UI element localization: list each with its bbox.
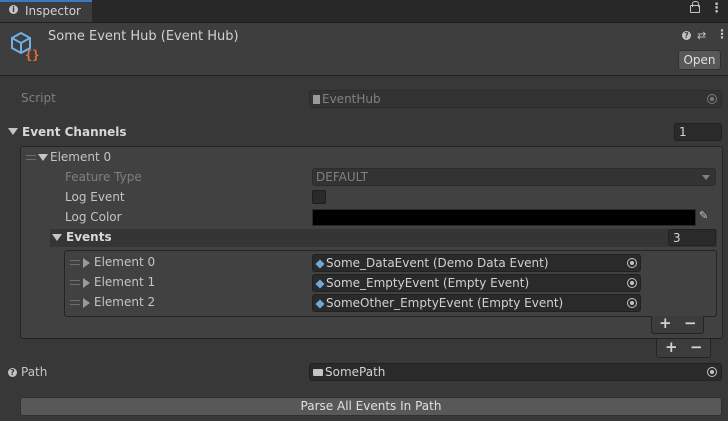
info-icon: i [9, 5, 18, 14]
folder-icon [313, 369, 323, 376]
lock-icon[interactable] [690, 1, 700, 13]
log-color-label: Log Color [65, 210, 122, 224]
drag-handle-icon[interactable] [70, 300, 80, 305]
foldout-arrow-icon[interactable] [83, 298, 90, 308]
object-picker-icon[interactable] [627, 258, 637, 268]
object-picker-icon[interactable] [707, 367, 717, 377]
event-channels-count[interactable]: 1 [674, 123, 722, 141]
svg-text:{}: {} [25, 48, 39, 61]
event-element-label: Element 0 [94, 255, 156, 269]
path-field[interactable]: SomePath [309, 363, 722, 381]
object-title: Some Event Hub (Event Hub) [48, 29, 239, 44]
event-element-label: Element 2 [94, 295, 156, 309]
cube-icon [315, 259, 325, 269]
path-label: Path [21, 365, 48, 379]
tab-bar [0, 0, 728, 23]
menu-icon[interactable]: ⋮ [716, 28, 728, 41]
preset-icon[interactable]: ⇄ [697, 29, 706, 42]
element-label[interactable]: Element 0 [50, 150, 111, 164]
event-channels-label[interactable]: Event Channels [22, 125, 127, 139]
tab-inspector[interactable]: i Inspector [0, 0, 92, 22]
menu-icon[interactable]: ⋮ [710, 2, 723, 16]
cube-icon [315, 299, 325, 309]
help-icon[interactable]: ? [682, 31, 691, 40]
foldout-arrow-icon[interactable] [52, 234, 62, 241]
drag-handle-icon[interactable] [26, 155, 36, 160]
event-object-field[interactable]: Some_DataEvent (Demo Data Event) [312, 254, 641, 272]
event-object-field[interactable]: Some_EmptyEvent (Empty Event) [312, 274, 641, 292]
log-color-field[interactable] [312, 209, 696, 226]
events-header [50, 229, 717, 247]
event-hub-icon: {} [11, 31, 39, 61]
eyedropper-icon[interactable]: ✎ [699, 209, 708, 222]
feature-type-value: DEFAULT [316, 170, 368, 184]
script-value: EventHub [322, 92, 381, 106]
path-value: SomePath [325, 365, 386, 379]
event-value: Some_EmptyEvent (Empty Event) [326, 276, 530, 290]
drag-handle-icon[interactable] [70, 260, 80, 265]
file-icon [313, 95, 320, 104]
remove-channel-button[interactable]: − [690, 338, 703, 356]
script-label: Script [21, 91, 56, 105]
event-value: Some_DataEvent (Demo Data Event) [326, 256, 549, 270]
events-label[interactable]: Events [66, 230, 112, 244]
parse-all-events-button[interactable]: Parse All Events In Path [20, 397, 722, 416]
open-button[interactable]: Open [678, 50, 721, 70]
feature-type-dropdown: DEFAULT [312, 168, 716, 186]
foldout-arrow-icon[interactable] [8, 128, 18, 135]
drag-handle-icon[interactable] [70, 280, 80, 285]
event-value: SomeOther_EmptyEvent (Empty Event) [326, 296, 564, 310]
dropdown-arrow-icon [702, 175, 710, 180]
tab-label: Inspector [25, 4, 81, 18]
log-event-label: Log Event [65, 190, 125, 204]
add-event-button[interactable]: + [659, 314, 672, 332]
inspector-header: {} Some Event Hub (Event Hub) ? ⇄ ⋮ [0, 23, 728, 76]
feature-type-label: Feature Type [65, 170, 142, 184]
foldout-arrow-icon[interactable] [83, 258, 90, 268]
foldout-arrow-icon[interactable] [83, 278, 90, 288]
cube-icon [315, 279, 325, 289]
script-field[interactable]: EventHub [309, 90, 722, 108]
events-count[interactable]: 3 [668, 229, 716, 246]
object-picker-icon[interactable] [627, 278, 637, 288]
remove-event-button[interactable]: − [684, 314, 697, 332]
help-icon: ? [8, 368, 17, 377]
object-picker-icon [707, 94, 717, 104]
event-element-label: Element 1 [94, 275, 156, 289]
foldout-arrow-icon[interactable] [38, 154, 48, 161]
add-channel-button[interactable]: + [665, 338, 678, 356]
log-event-checkbox[interactable] [312, 190, 326, 204]
event-object-field[interactable]: SomeOther_EmptyEvent (Empty Event) [312, 294, 641, 312]
object-picker-icon[interactable] [627, 298, 637, 308]
